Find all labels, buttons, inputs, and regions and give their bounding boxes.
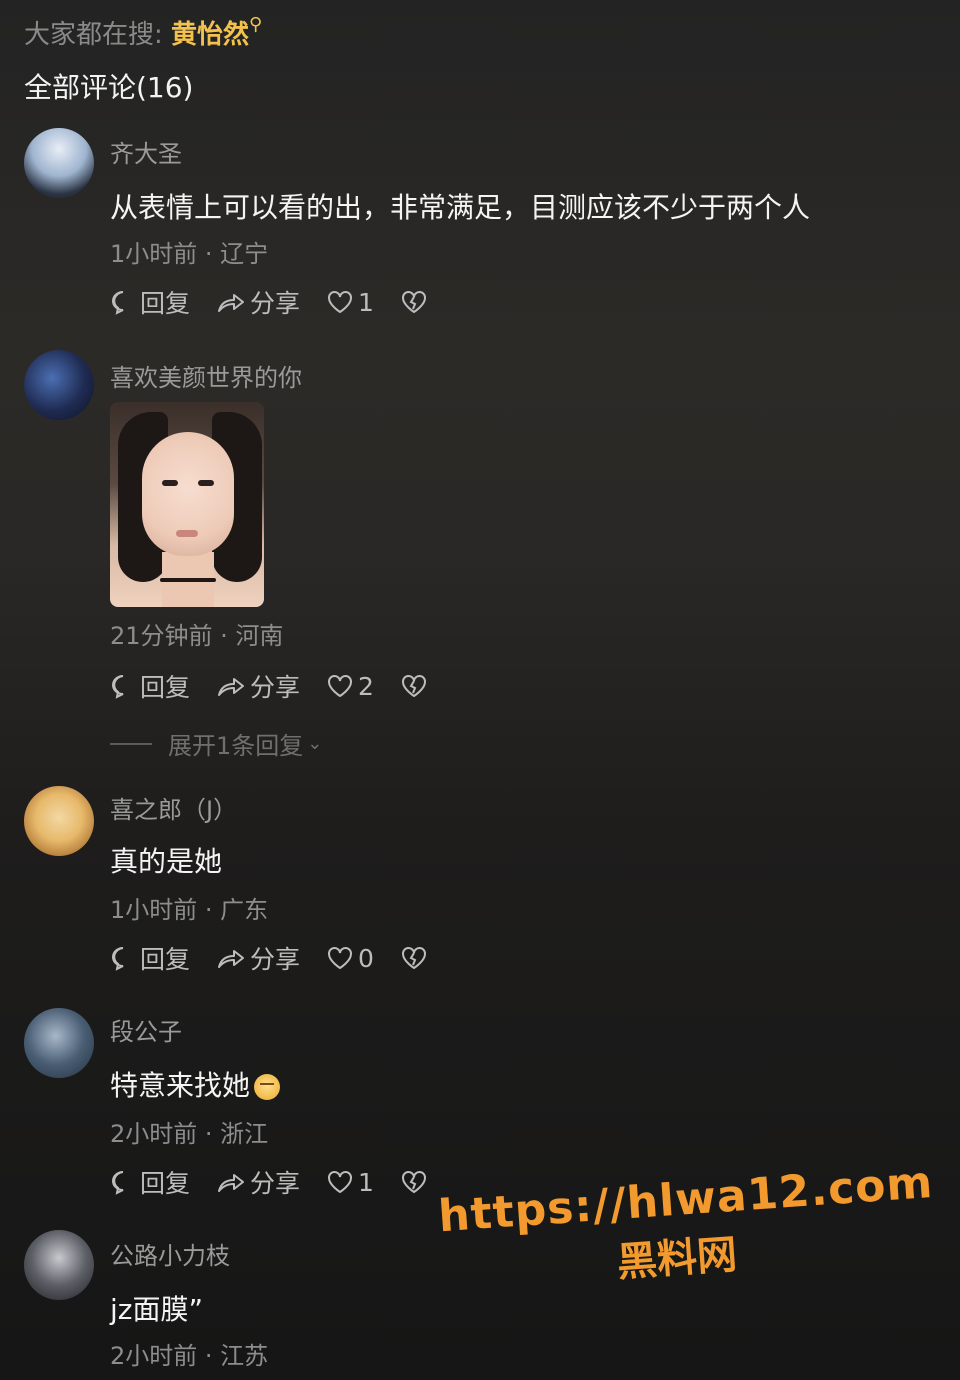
share-label: 分享 xyxy=(250,945,301,974)
reply-button[interactable]: 回复 xyxy=(110,1164,190,1200)
avatar[interactable] xyxy=(24,128,94,198)
reply-button[interactable]: 回复 xyxy=(110,668,190,704)
comment-time: 2小时前 xyxy=(110,1342,198,1370)
share-button[interactable]: 分享 xyxy=(216,668,300,704)
comment-meta: 2小时前 · 江苏 xyxy=(110,1342,269,1370)
comment-username[interactable]: 公路小力枝 xyxy=(110,1236,230,1271)
share-arrow-icon xyxy=(218,1174,245,1192)
comment-location: 河南 xyxy=(235,622,284,650)
avatar[interactable] xyxy=(24,1230,94,1300)
heart-icon xyxy=(328,947,353,970)
comment-time: 2小时前 xyxy=(110,1120,198,1148)
broken-heart-icon xyxy=(401,675,426,698)
avatar[interactable] xyxy=(24,1008,94,1078)
comment-meta: 1小时前 · 广东 xyxy=(110,896,269,924)
reply-bubble-icon xyxy=(112,675,124,699)
share-button[interactable]: 分享 xyxy=(216,940,300,976)
emoji-icon xyxy=(254,1074,281,1100)
comment-location: 江苏 xyxy=(220,1342,269,1370)
reply-button[interactable]: 回复 xyxy=(110,940,190,976)
reply-bubble-icon xyxy=(112,1171,124,1195)
dislike-button[interactable] xyxy=(400,673,432,699)
broken-heart-icon xyxy=(401,291,426,314)
like-button[interactable]: 1 xyxy=(326,288,374,317)
search-hint[interactable]: 大家都在搜: 黄怡然⚲ xyxy=(24,14,262,51)
comment-username[interactable]: 喜欢美颜世界的你 xyxy=(110,358,302,393)
like-count: 1 xyxy=(358,287,374,317)
dislike-button[interactable] xyxy=(400,1169,432,1195)
share-arrow-icon xyxy=(218,950,245,968)
comment-text: 真的是她 xyxy=(110,845,223,878)
comment-actions: 回复 分享 2 xyxy=(110,668,458,704)
reply-bubble-icon xyxy=(112,947,124,971)
avatar[interactable] xyxy=(24,350,94,420)
comment-location: 辽宁 xyxy=(220,240,269,268)
comment-text: jz面膜” xyxy=(110,1293,203,1326)
reply-label: 回复 xyxy=(140,673,191,702)
comment-time: 1小时前 xyxy=(110,896,198,924)
dislike-button[interactable] xyxy=(400,289,432,315)
share-button[interactable]: 分享 xyxy=(216,284,300,320)
comment-meta: 1小时前 · 辽宁 xyxy=(110,240,269,268)
comment-text-content: 特意来找她 xyxy=(110,1069,251,1102)
share-arrow-icon xyxy=(218,678,245,696)
comment-actions: 回复 分享 0 xyxy=(110,940,458,976)
share-button[interactable]: 分享 xyxy=(216,1164,300,1200)
dislike-button[interactable] xyxy=(400,945,432,971)
reply-label: 回复 xyxy=(140,945,191,974)
comment-location: 广东 xyxy=(220,896,269,924)
search-icon: ⚲ xyxy=(249,14,263,35)
watermark: https://hlwa12.com 黑料网 xyxy=(437,1157,935,1301)
share-label: 分享 xyxy=(250,673,301,702)
comment-meta: 21分钟前 · 河南 xyxy=(110,622,284,650)
comment-image[interactable] xyxy=(110,402,264,607)
like-count: 2 xyxy=(358,671,374,701)
reply-bubble-icon xyxy=(112,291,124,315)
divider-line xyxy=(110,742,152,745)
reply-button[interactable]: 回复 xyxy=(110,284,190,320)
comment-username[interactable]: 喜之郎（J） xyxy=(110,790,237,825)
comment-text: 特意来找她 xyxy=(110,1064,281,1104)
search-hint-prefix: 大家都在搜: xyxy=(24,20,163,50)
comment-meta: 2小时前 · 浙江 xyxy=(110,1120,269,1148)
reply-label: 回复 xyxy=(140,1169,191,1198)
broken-heart-icon xyxy=(401,947,426,970)
heart-icon xyxy=(328,1171,353,1194)
expand-replies-label: 展开1条回复 xyxy=(168,732,304,760)
comment-username[interactable]: 齐大圣 xyxy=(110,134,182,169)
like-count: 0 xyxy=(358,943,374,973)
like-button[interactable]: 0 xyxy=(326,944,374,973)
comment-time: 21分钟前 xyxy=(110,622,213,650)
share-arrow-icon xyxy=(218,294,245,312)
comment-time: 1小时前 xyxy=(110,240,198,268)
comment-actions: 回复 分享 1 xyxy=(110,284,458,320)
search-keyword-link[interactable]: 黄怡然 xyxy=(171,20,249,50)
reply-label: 回复 xyxy=(140,289,191,318)
comment-username[interactable]: 段公子 xyxy=(110,1012,182,1047)
share-label: 分享 xyxy=(250,1169,301,1198)
comment-text: 从表情上可以看的出，非常满足，目测应该不少于两个人 xyxy=(110,191,811,224)
comment-actions: 回复 分享 1 xyxy=(110,1164,458,1200)
comment-location: 浙江 xyxy=(220,1120,269,1148)
avatar[interactable] xyxy=(24,786,94,856)
broken-heart-icon xyxy=(401,1171,426,1194)
comments-count-title: 全部评论(16) xyxy=(24,71,194,104)
like-count: 1 xyxy=(358,1167,374,1197)
like-button[interactable]: 1 xyxy=(326,1168,374,1197)
chevron-down-icon: ⌄ xyxy=(307,733,323,754)
heart-icon xyxy=(328,291,353,314)
expand-replies-button[interactable]: 展开1条回复 ⌄ xyxy=(110,726,322,761)
share-label: 分享 xyxy=(250,289,301,318)
heart-icon xyxy=(328,675,353,698)
like-button[interactable]: 2 xyxy=(326,672,374,701)
